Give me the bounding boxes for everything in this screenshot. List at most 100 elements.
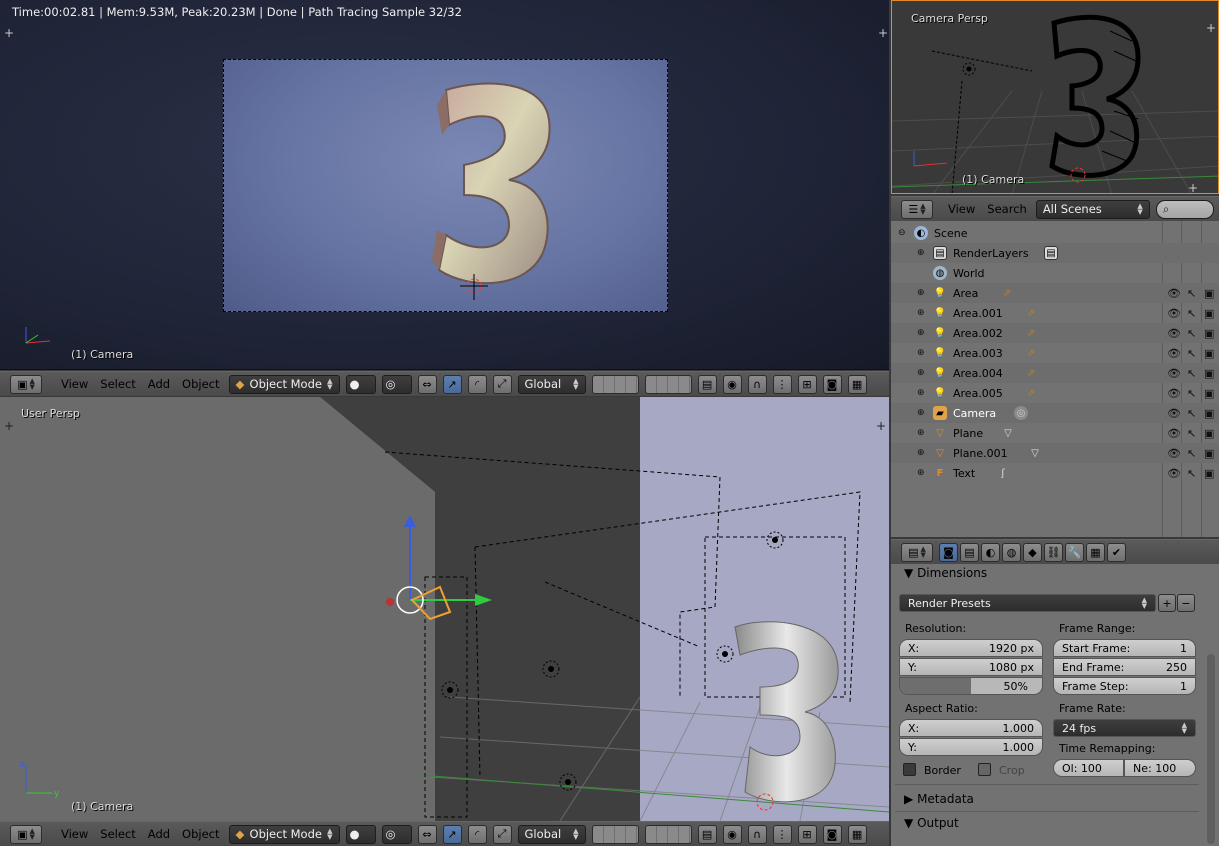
- orientation-dropdown[interactable]: Global ▲ ▼: [517, 374, 586, 394]
- border-checkbox[interactable]: [903, 763, 916, 776]
- lock-layer-icon[interactable]: ▤: [697, 824, 717, 844]
- proportional-icon[interactable]: ◉: [722, 374, 742, 394]
- resolution-percentage-slider[interactable]: 50%: [899, 677, 1043, 695]
- world-tab-icon[interactable]: ◍: [1002, 542, 1021, 562]
- camera-icon[interactable]: ▣: [1204, 367, 1214, 380]
- editor-type-button[interactable]: ▣ ▲ ▼: [10, 824, 42, 844]
- view-menu[interactable]: View: [58, 377, 91, 391]
- resolution-x-field[interactable]: X: 1920 px: [899, 639, 1043, 657]
- eye-icon[interactable]: 👁: [1167, 467, 1181, 480]
- resolution-y-field[interactable]: Y: 1080 px: [899, 658, 1043, 676]
- search-field[interactable]: ⌕: [1155, 199, 1214, 219]
- snap-icon[interactable]: ∩: [747, 374, 767, 394]
- object-menu[interactable]: Object: [179, 827, 222, 841]
- camera-icon[interactable]: ▣: [1204, 427, 1214, 440]
- eye-icon[interactable]: 👁: [1167, 427, 1181, 440]
- shading-dropdown[interactable]: ●: [345, 824, 376, 844]
- pivot-dropdown[interactable]: ◎: [381, 824, 412, 844]
- render-still-icon[interactable]: ◙: [822, 374, 842, 394]
- render-still-icon[interactable]: ◙: [822, 824, 842, 844]
- layer-buttons[interactable]: [591, 824, 639, 844]
- eye-icon[interactable]: 👁: [1167, 447, 1181, 460]
- eye-icon[interactable]: 👁: [1167, 327, 1181, 340]
- list-item[interactable]: ⊕ ▰ Camera ◎ 👁 ↖ ▣: [891, 403, 1219, 423]
- end-frame-field[interactable]: End Frame: 250: [1053, 658, 1196, 676]
- constraints-tab-icon[interactable]: ⛓: [1044, 542, 1063, 562]
- shading-dropdown[interactable]: ●: [345, 374, 376, 394]
- layer-buttons[interactable]: [644, 824, 692, 844]
- scale-icon[interactable]: ⤢: [492, 824, 512, 844]
- list-item[interactable]: ⊕ 💡 Area.002 ⇗ 👁 ↖ ▣: [891, 323, 1219, 343]
- eye-icon[interactable]: 👁: [1167, 347, 1181, 360]
- list-item[interactable]: ⊕ 💡 Area.004 ⇗ 👁 ↖ ▣: [891, 363, 1219, 383]
- manipulator-icon[interactable]: ⇔: [417, 374, 437, 394]
- render-presets-dropdown[interactable]: Render Presets ▲ ▼: [899, 594, 1156, 612]
- camera-icon[interactable]: ▣: [1204, 287, 1214, 300]
- aspect-x-field[interactable]: X: 1.000: [899, 719, 1043, 737]
- proportional-icon[interactable]: ◉: [722, 824, 742, 844]
- view-menu[interactable]: View: [945, 202, 978, 216]
- render-anim-icon[interactable]: ▦: [847, 824, 867, 844]
- view-menu[interactable]: View: [58, 827, 91, 841]
- camera-icon[interactable]: ▣: [1204, 327, 1214, 340]
- data-tab-icon[interactable]: ✔: [1107, 542, 1126, 562]
- snap-element-icon[interactable]: ⋮: [772, 824, 792, 844]
- list-item[interactable]: ⊕ 💡 Area.001 ⇗ 👁 ↖ ▣: [891, 303, 1219, 323]
- render-anim-icon[interactable]: ▦: [847, 374, 867, 394]
- select-menu[interactable]: Select: [97, 827, 138, 841]
- add-preset-button[interactable]: +: [1158, 594, 1176, 612]
- cursor-icon[interactable]: ↖: [1187, 447, 1196, 460]
- rotate-icon[interactable]: ◜: [467, 374, 487, 394]
- aspect-y-field[interactable]: Y: 1.000: [899, 738, 1043, 756]
- search-menu[interactable]: Search: [984, 202, 1030, 216]
- camera-icon[interactable]: ▣: [1204, 447, 1214, 460]
- list-item[interactable]: ⊕ 💡 Area ⇗ 👁 ↖ ▣: [891, 283, 1219, 303]
- camera-persp-viewport[interactable]: Camera Persp + + (1) Camera: [891, 0, 1219, 194]
- cursor-icon[interactable]: ↖: [1187, 427, 1196, 440]
- cursor-icon[interactable]: ↖: [1187, 387, 1196, 400]
- list-item[interactable]: ◍ World: [891, 263, 1219, 283]
- camera-icon[interactable]: ▣: [1204, 407, 1214, 420]
- eye-icon[interactable]: 👁: [1167, 387, 1181, 400]
- remove-preset-button[interactable]: −: [1177, 594, 1195, 612]
- cursor-icon[interactable]: ↖: [1187, 347, 1196, 360]
- camera-icon[interactable]: ▣: [1204, 387, 1214, 400]
- cursor-icon[interactable]: ↖: [1187, 287, 1196, 300]
- object-menu[interactable]: Object: [179, 377, 222, 391]
- plus-icon[interactable]: +: [1206, 21, 1216, 35]
- time-new-field[interactable]: Ne: 100: [1124, 759, 1196, 777]
- list-item[interactable]: ⊕ ▤ RenderLayers ▤: [891, 243, 1219, 263]
- modifiers-tab-icon[interactable]: 🔧: [1065, 542, 1084, 562]
- cursor-icon[interactable]: ↖: [1187, 327, 1196, 340]
- user-persp-viewport[interactable]: User Persp + + z y (1) Camera: [0, 397, 889, 821]
- render-layers-tab-icon[interactable]: ▤: [960, 542, 979, 562]
- frame-step-field[interactable]: Frame Step: 1: [1053, 677, 1196, 695]
- snap-target-icon[interactable]: ⊞: [797, 374, 817, 394]
- editor-type-button[interactable]: ▣ ▲ ▼: [10, 374, 42, 394]
- cursor-icon[interactable]: ↖: [1187, 307, 1196, 320]
- scale-icon[interactable]: ⤢: [492, 374, 512, 394]
- eye-icon[interactable]: 👁: [1167, 307, 1181, 320]
- time-old-field[interactable]: Ol: 100: [1053, 759, 1124, 777]
- eye-icon[interactable]: 👁: [1167, 407, 1181, 420]
- object-tab-icon[interactable]: ◆: [1023, 542, 1042, 562]
- add-menu[interactable]: Add: [145, 827, 173, 841]
- select-menu[interactable]: Select: [97, 377, 138, 391]
- translate-icon[interactable]: ↗: [442, 824, 462, 844]
- camera-icon[interactable]: ▣: [1204, 347, 1214, 360]
- scene-tab-icon[interactable]: ◐: [981, 542, 1000, 562]
- scrollbar[interactable]: [1207, 654, 1215, 844]
- layer-buttons[interactable]: [591, 374, 639, 394]
- render-viewport[interactable]: Time:00:02.81 | Mem:9.53M, Peak:20.23M |…: [0, 0, 889, 370]
- display-mode-dropdown[interactable]: All Scenes ▲ ▼: [1035, 199, 1150, 219]
- snap-icon[interactable]: ∩: [747, 824, 767, 844]
- camera-icon[interactable]: ▣: [1204, 307, 1214, 320]
- lock-layer-icon[interactable]: ▤: [697, 374, 717, 394]
- eye-icon[interactable]: 👁: [1167, 367, 1181, 380]
- add-menu[interactable]: Add: [145, 377, 173, 391]
- plus-icon[interactable]: +: [878, 26, 888, 40]
- plus-icon[interactable]: +: [1188, 181, 1198, 193]
- output-panel-header[interactable]: ▼ Output: [904, 816, 959, 830]
- render-tab-icon[interactable]: ◙: [939, 542, 958, 562]
- rotate-icon[interactable]: ◜: [467, 824, 487, 844]
